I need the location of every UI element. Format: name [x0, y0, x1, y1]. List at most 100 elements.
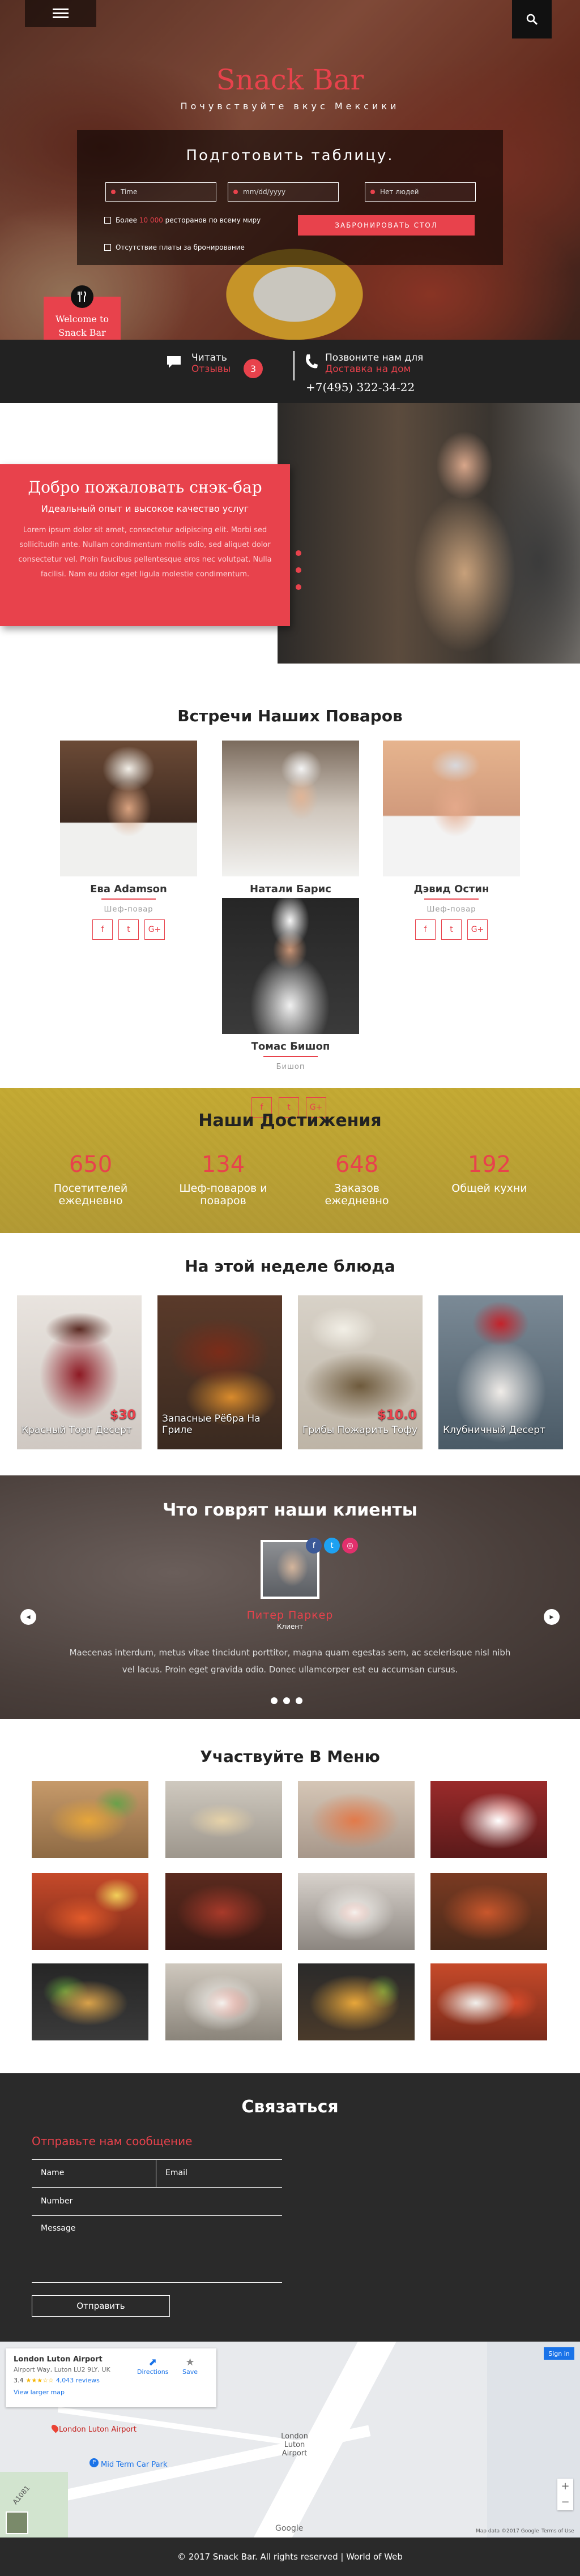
dish-card[interactable]: Запасные Рёбра На Гриле — [157, 1295, 282, 1449]
gallery-image[interactable] — [298, 1781, 415, 1858]
twitter-icon[interactable]: t — [324, 1538, 340, 1554]
chat-icon — [165, 354, 182, 373]
signin-button[interactable]: Sign in — [544, 2347, 574, 2360]
reviews-link[interactable]: Отзывы — [191, 363, 231, 375]
slider-dot[interactable] — [283, 1697, 290, 1704]
search-button[interactable] — [512, 0, 552, 38]
directions-button[interactable]: ⬈ Directions — [137, 2356, 168, 2376]
welcome-body: Lorem ipsum dolor sit amet, consectetur … — [18, 526, 272, 579]
gallery-image[interactable] — [298, 1873, 415, 1950]
slider-dot[interactable] — [296, 584, 301, 590]
slider-dot[interactable] — [271, 1697, 278, 1704]
map-pin-icon — [50, 2423, 60, 2433]
stat-number: 192 — [467, 1152, 511, 1178]
google-plus-icon[interactable]: G+ — [144, 919, 165, 940]
contact-subtitle: Отправьте нам сообщение — [32, 2134, 193, 2148]
client-role: Клиент — [276, 1623, 304, 1631]
chef-photo — [60, 741, 197, 876]
name-input[interactable]: Name — [32, 2159, 156, 2188]
welcome-lead: Идеальный опыт и высокое качество услуг — [41, 503, 249, 514]
chef-photo — [278, 403, 580, 664]
gallery-image[interactable] — [298, 1963, 415, 2040]
slider-dots — [296, 550, 301, 601]
next-arrow-icon[interactable]: ▸ — [544, 1609, 560, 1625]
dish-card[interactable]: $10.0 Грибы Пожарить Тофу — [298, 1295, 423, 1449]
welcome-section: Добро пожаловать снэк-бар Идеальный опыт… — [0, 403, 580, 664]
facebook-icon[interactable]: f — [415, 919, 436, 940]
gallery-image[interactable] — [430, 1963, 547, 2040]
people-field[interactable]: Нет людей — [365, 182, 476, 202]
facebook-icon[interactable]: f — [92, 919, 113, 940]
dish-card[interactable]: $30 Красный Торт Десерт — [17, 1295, 142, 1449]
chef-photo — [383, 741, 520, 876]
achievements-section: f t G+ Наши Достижения 650 Посетителей е… — [0, 1088, 580, 1233]
gallery-image[interactable] — [430, 1873, 547, 1950]
reviews-link[interactable]: 4,043 reviews — [56, 2377, 100, 2384]
welcome-title: Добро пожаловать снэк-бар — [28, 478, 262, 497]
gallery-image[interactable] — [32, 1781, 148, 1858]
welcome-badge: Welcome to Snack Bar — [44, 281, 121, 340]
checkbox-no-fee[interactable]: Отсутствие платы за бронирование — [104, 243, 245, 251]
facebook-icon[interactable]: f — [306, 1538, 322, 1554]
prev-arrow-icon[interactable]: ◂ — [20, 1609, 36, 1625]
menu-button[interactable] — [25, 0, 96, 27]
dishes-section: На этой неделе блюда $30 Красный Торт Де… — [0, 1233, 580, 1449]
gallery-image[interactable] — [165, 1873, 282, 1950]
twitter-icon[interactable]: t — [118, 919, 139, 940]
gallery-image[interactable] — [32, 1873, 148, 1950]
parking-label: Mid Term Car Park — [101, 2461, 168, 2469]
gallery-image[interactable] — [32, 1963, 148, 2040]
time-field[interactable]: Time — [105, 182, 216, 202]
phone-number[interactable]: +7(495) 322-34-22 — [306, 380, 415, 394]
testimonial-dots — [271, 1697, 302, 1704]
stat-number: 648 — [335, 1152, 379, 1178]
send-button[interactable]: Отправить — [32, 2295, 170, 2317]
stat-label: Посетителей ежедневно — [53, 1182, 128, 1207]
chef-card: Натали Барис — [222, 741, 359, 905]
people-icon — [370, 190, 375, 194]
chef-role: Шеф-повар — [427, 905, 476, 914]
satellite-toggle[interactable] — [6, 2511, 28, 2534]
save-button[interactable]: ★ Save — [182, 2356, 198, 2376]
google-plus-icon[interactable]: G+ — [467, 919, 488, 940]
message-textarea[interactable]: Message — [32, 2216, 282, 2283]
dish-name: Грибы Пожарить Тофу — [302, 1424, 417, 1436]
hero: Snack Bar Почувствуйте вкус Мексики Подг… — [0, 0, 580, 340]
checkbox-restaurants[interactable]: Более 10 000 ресторанов по всему миру — [104, 216, 285, 224]
chef-name: Ева Adamson — [90, 883, 167, 895]
zoom-out-icon[interactable]: − — [557, 2494, 573, 2510]
delivery-link[interactable]: Доставка на дом — [325, 363, 423, 375]
divider — [293, 351, 295, 380]
terms-link[interactable]: Terms of Use — [541, 2528, 574, 2534]
gallery-image[interactable] — [165, 1781, 282, 1858]
stat-label: Заказов ежедневно — [325, 1182, 389, 1207]
checkbox[interactable] — [104, 217, 111, 224]
stat-item: 648 Заказов ежедневно — [306, 1152, 408, 1207]
instagram-icon[interactable]: ◎ — [342, 1538, 358, 1554]
gallery-image[interactable] — [430, 1781, 547, 1858]
gallery-image[interactable] — [165, 1963, 282, 2040]
checkbox[interactable] — [104, 244, 111, 251]
slider-dot[interactable] — [296, 1697, 302, 1704]
date-field[interactable]: mm/dd/yyyy — [228, 182, 339, 202]
slider-dot[interactable] — [296, 567, 301, 573]
zoom-in-icon[interactable]: + — [557, 2479, 573, 2494]
book-table-button[interactable]: ЗАБРОНИРОВАТЬ СТОЛ — [298, 215, 475, 236]
number-input[interactable]: Number — [32, 2188, 282, 2216]
calendar-icon — [233, 190, 238, 194]
dishes-title: На этой неделе блюда — [185, 1257, 395, 1276]
brand-title: Snack Bar — [216, 63, 364, 96]
testimonials-section: Что говрят наши клиенты f t ◎ Питер Парк… — [0, 1475, 580, 1719]
larger-map-link[interactable]: View larger map — [14, 2389, 208, 2396]
booking-form: Подготовить таблицу. Time mm/dd/yyyy Нет… — [77, 130, 503, 265]
stat-item: 134 Шеф-поваров и поваров — [172, 1152, 274, 1207]
map-embed[interactable]: London Luton Airport Airport Way, Luton … — [0, 2342, 580, 2538]
dish-card[interactable]: Клубничный Десерт — [438, 1295, 563, 1449]
twitter-icon[interactable]: t — [441, 919, 462, 940]
stat-label: Общей кухни — [451, 1182, 527, 1195]
slider-dot[interactable] — [296, 550, 301, 556]
google-logo: Google — [275, 2524, 304, 2533]
zoom-control: + − — [557, 2479, 573, 2510]
email-input[interactable]: Email — [156, 2159, 282, 2188]
footer-text: © 2017 Snack Bar. All rights reserved | … — [177, 2552, 403, 2562]
